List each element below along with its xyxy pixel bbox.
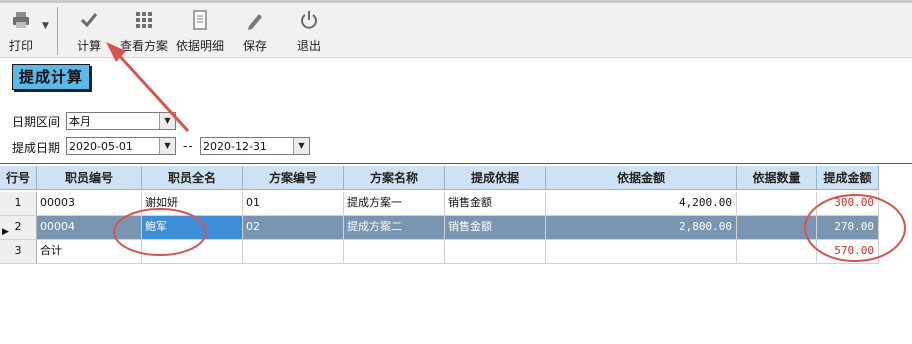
annotation-overlay xyxy=(106,42,906,262)
annotation-circle-name xyxy=(113,208,207,256)
annotation-circle-amount xyxy=(804,194,906,262)
annotation-arrow xyxy=(106,42,190,133)
